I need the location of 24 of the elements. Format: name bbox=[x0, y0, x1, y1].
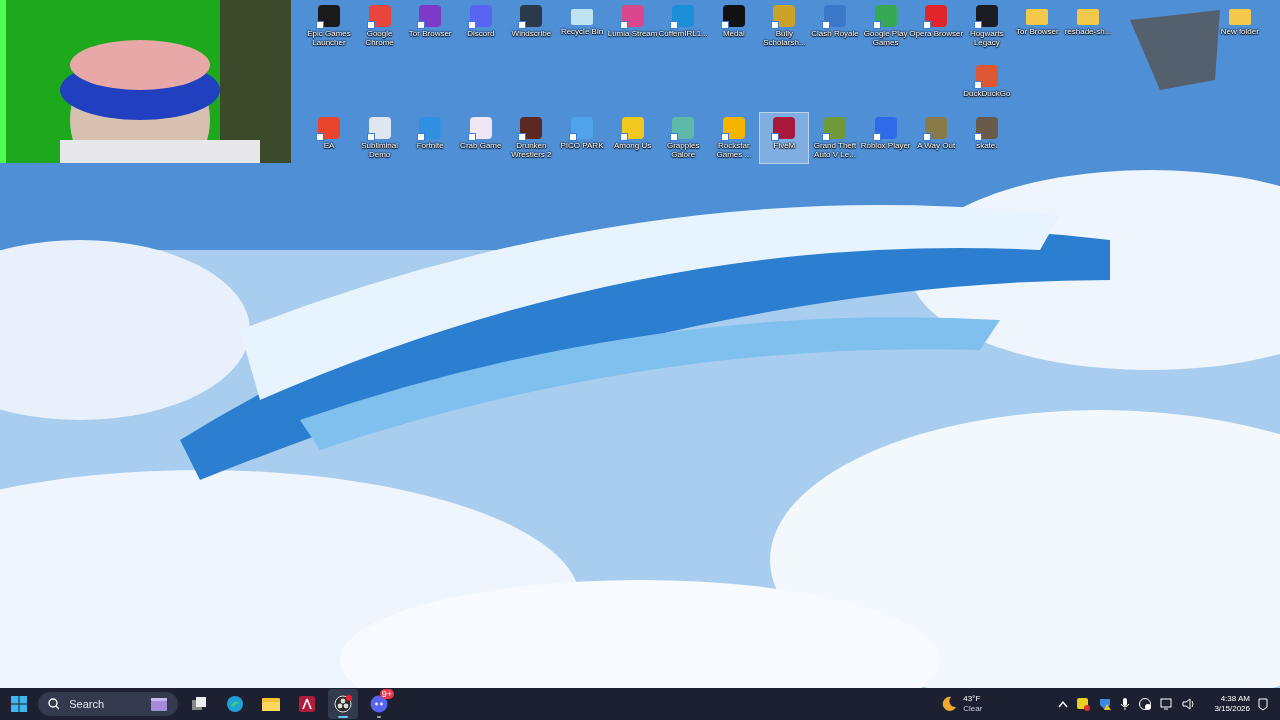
search-bar[interactable]: Search bbox=[38, 692, 178, 716]
app-icon[interactable] bbox=[1076, 697, 1091, 711]
network-icon[interactable] bbox=[1160, 697, 1175, 711]
search-icon bbox=[48, 698, 60, 710]
discord-icon bbox=[370, 695, 388, 713]
taskbar-app[interactable] bbox=[328, 689, 358, 719]
search-field[interactable]: Search bbox=[67, 697, 142, 711]
clock-date: 3/15/2026 bbox=[1214, 704, 1250, 714]
temperature-text: 43°F bbox=[963, 694, 981, 704]
clock-time: 4:38 AM bbox=[1220, 694, 1250, 704]
start-button[interactable] bbox=[10, 695, 28, 713]
taskbar-app[interactable]: 9+ bbox=[364, 689, 394, 719]
obs-icon bbox=[334, 695, 352, 713]
weather-text: Clear bbox=[963, 704, 983, 714]
app-icon bbox=[299, 696, 315, 712]
microphone-icon[interactable] bbox=[1120, 697, 1131, 711]
moon-icon bbox=[941, 696, 958, 712]
folder-icon bbox=[262, 696, 280, 712]
notification-badge: 9+ bbox=[379, 689, 394, 699]
shield-icon[interactable] bbox=[1098, 697, 1113, 711]
clapperboard-icon bbox=[149, 697, 168, 711]
speaker-icon[interactable] bbox=[1182, 697, 1197, 711]
chevron-up-icon[interactable] bbox=[1058, 700, 1069, 708]
edge-icon bbox=[226, 695, 244, 713]
